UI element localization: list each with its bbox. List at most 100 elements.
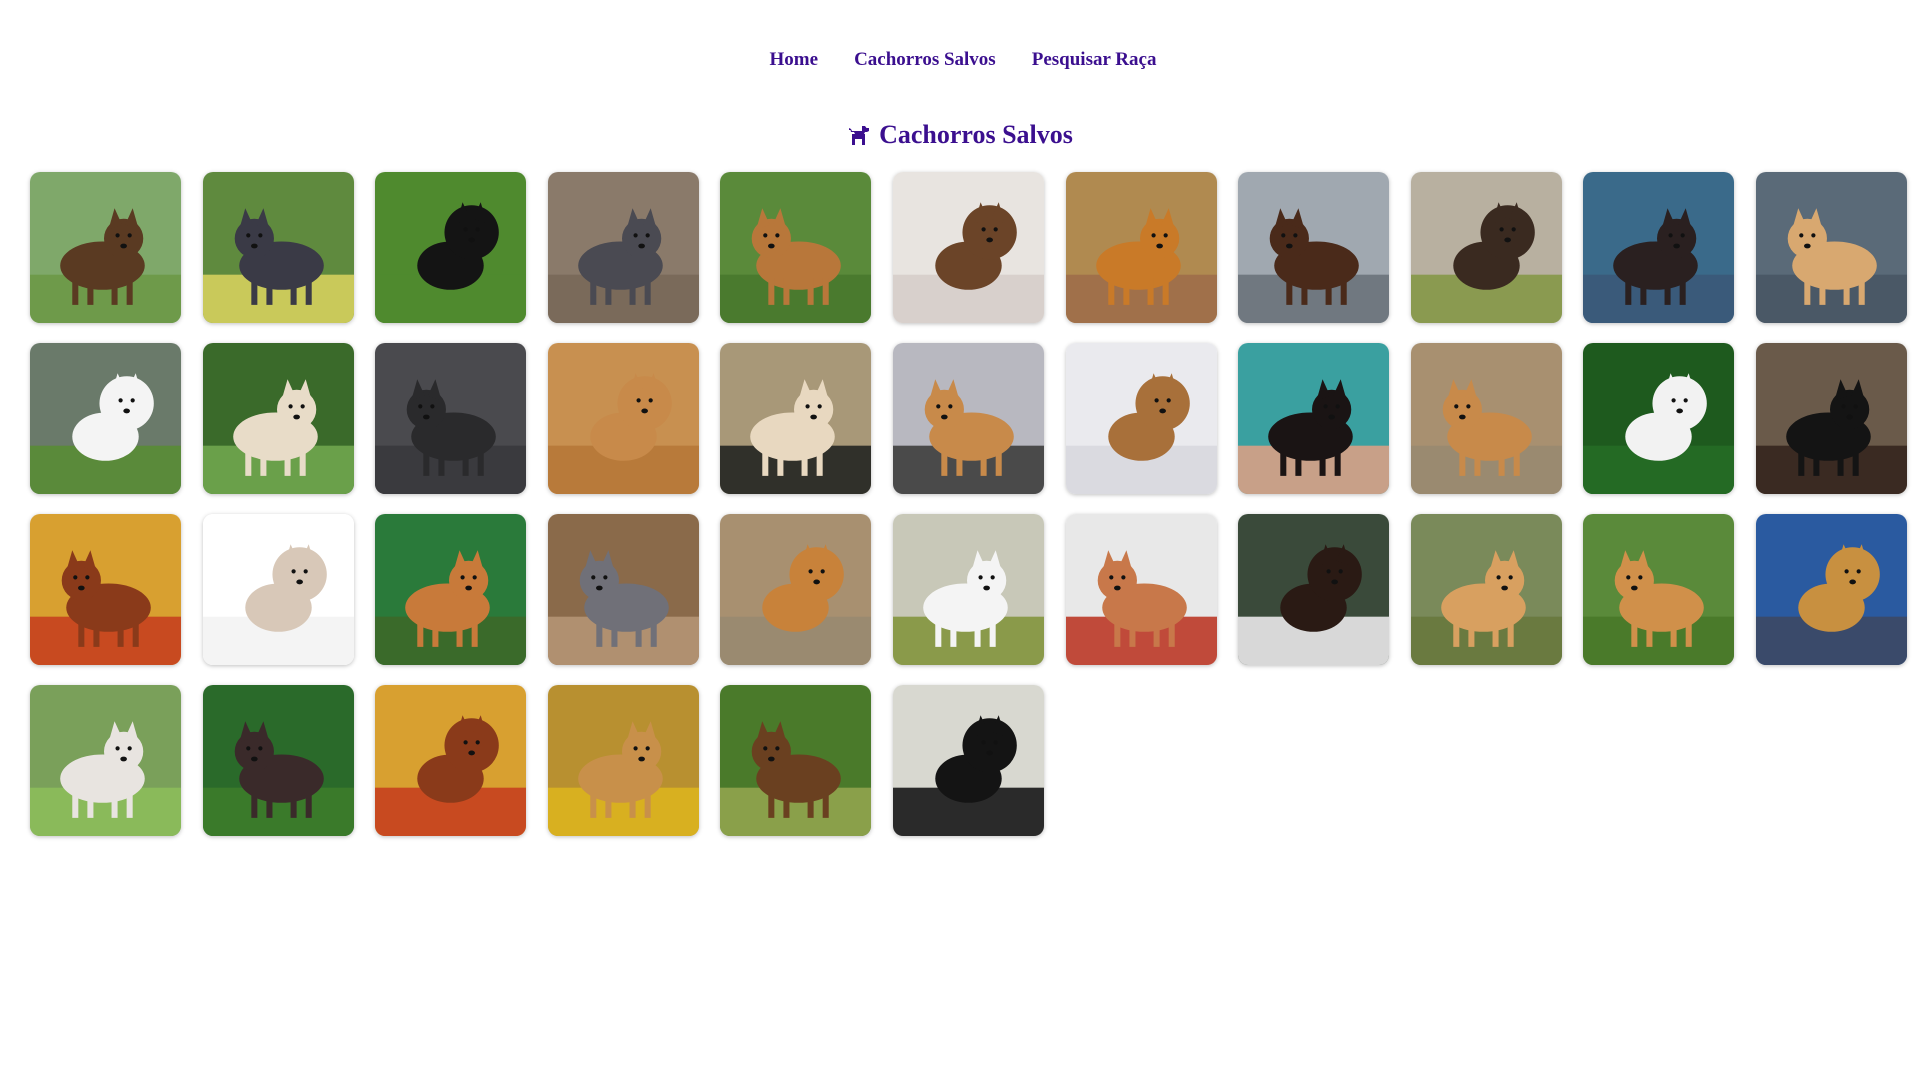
dog-photo: [547, 514, 699, 665]
dog-nose: [250, 243, 258, 249]
dog-photo-card[interactable]: [1065, 343, 1217, 494]
dog-photo-card[interactable]: [892, 172, 1044, 323]
dog-photo-card[interactable]: [202, 514, 354, 665]
dog-leg: [250, 790, 257, 818]
dog-photo-card[interactable]: [30, 514, 181, 665]
dog-eye: [475, 227, 480, 232]
nav-link-home[interactable]: Home: [764, 49, 819, 71]
dog-leg: [244, 448, 251, 476]
dog-photo-card[interactable]: [892, 343, 1044, 494]
dog-photo-card[interactable]: [1065, 172, 1217, 323]
dog-photo-card[interactable]: [1410, 343, 1562, 494]
dog-photo-card[interactable]: [202, 172, 354, 323]
dog-leg: [1453, 619, 1460, 647]
dog-photo: [1583, 514, 1735, 665]
dog-photo-card[interactable]: [1238, 172, 1390, 323]
dog-photo-card[interactable]: [892, 514, 1044, 665]
dog-photo-card[interactable]: [1755, 172, 1907, 323]
dog-leg: [768, 790, 775, 818]
dog-eye: [948, 404, 953, 409]
dog-nose: [423, 414, 430, 420]
dog-photo-card[interactable]: [30, 685, 181, 836]
dog-photo: [720, 514, 872, 665]
dog-photo-card[interactable]: [720, 343, 872, 494]
dog-photo-card[interactable]: [892, 685, 1044, 836]
dog-photo-card[interactable]: [375, 514, 527, 665]
dog-photo-card[interactable]: [720, 685, 872, 836]
dog-leg: [650, 619, 657, 647]
dog-leg: [823, 790, 830, 818]
dog-photo: [375, 172, 527, 323]
dog-photo-card[interactable]: [202, 343, 354, 494]
dog-leg: [290, 277, 297, 305]
dog-eye: [463, 227, 468, 232]
dog-eye: [288, 404, 293, 409]
dog-eye: [1683, 398, 1689, 403]
dog-eye: [115, 233, 120, 238]
dog-eye: [1293, 233, 1298, 238]
dog-photo-card[interactable]: [1065, 514, 1217, 665]
dog-nose: [468, 750, 476, 756]
dog-photo-card[interactable]: [547, 685, 699, 836]
dog-photo-card[interactable]: [547, 514, 699, 665]
dog-eye: [1151, 233, 1156, 238]
dog-photo-card[interactable]: [1583, 172, 1735, 323]
dog-nose: [1158, 408, 1166, 414]
dog-leg: [266, 277, 273, 305]
dog-leg: [611, 619, 618, 647]
dog-photo-card[interactable]: [1238, 343, 1390, 494]
dog-photo-card[interactable]: [1410, 514, 1562, 665]
nav-link-search-breed[interactable]: Pesquisar Raça: [1026, 49, 1157, 71]
dog-photo-card[interactable]: [375, 172, 527, 323]
dog-photo-card[interactable]: [30, 343, 181, 494]
dog-photo-card[interactable]: [547, 343, 699, 494]
dog-leg: [1492, 619, 1499, 647]
dog-leg: [126, 790, 133, 818]
dog-eye: [633, 746, 638, 751]
dog-leg: [1168, 619, 1175, 647]
dog-photo-card[interactable]: [720, 172, 872, 323]
dog-photo: [1583, 172, 1735, 323]
dog-photo: [375, 685, 527, 836]
dog-photo-card[interactable]: [1755, 343, 1907, 494]
dog-photo-card[interactable]: [30, 172, 181, 323]
dog-photo-card[interactable]: [1755, 514, 1907, 665]
dog-photo-card[interactable]: [1583, 514, 1735, 665]
dog-photo-card[interactable]: [1238, 514, 1390, 665]
dog-leg: [477, 448, 484, 476]
dog-eye: [463, 740, 468, 745]
dog-photo-card[interactable]: [375, 343, 527, 494]
dog-eye: [993, 227, 998, 232]
dog-head: [1135, 376, 1190, 431]
dog-eye: [1668, 233, 1674, 238]
dog-nose: [1676, 408, 1684, 414]
dog-photo-card[interactable]: [547, 172, 699, 323]
dog-leg: [590, 277, 597, 305]
dog-leg: [596, 619, 603, 647]
dog-leg: [1640, 277, 1647, 305]
page-header: Cachorros Salvos: [0, 120, 1920, 150]
dog-nose: [1286, 243, 1293, 249]
dog-photo: [547, 685, 699, 836]
dog-nose: [986, 237, 993, 243]
dog-photo-card[interactable]: [202, 685, 354, 836]
dog-leg: [78, 619, 85, 647]
dog-leg: [989, 619, 996, 647]
dog-leg: [111, 277, 118, 305]
dog-leg: [250, 277, 257, 305]
dog-eye: [1799, 233, 1804, 238]
dog-eye: [805, 404, 811, 409]
dog-head: [1480, 205, 1535, 260]
dog-leg: [1147, 277, 1154, 305]
dog-leg: [1459, 448, 1466, 476]
dog-photo-card[interactable]: [720, 514, 872, 665]
dog-photo-card[interactable]: [1410, 172, 1562, 323]
dog-photo-card[interactable]: [375, 685, 527, 836]
nav-link-saved-dogs[interactable]: Cachorros Salvos: [848, 49, 996, 71]
dog-leg: [1301, 277, 1308, 305]
dog-leg: [974, 619, 981, 647]
dog-nose: [250, 756, 258, 762]
dog-photo: [1583, 343, 1735, 494]
dog-photo-card[interactable]: [1583, 343, 1735, 494]
dog-leg: [423, 448, 430, 476]
